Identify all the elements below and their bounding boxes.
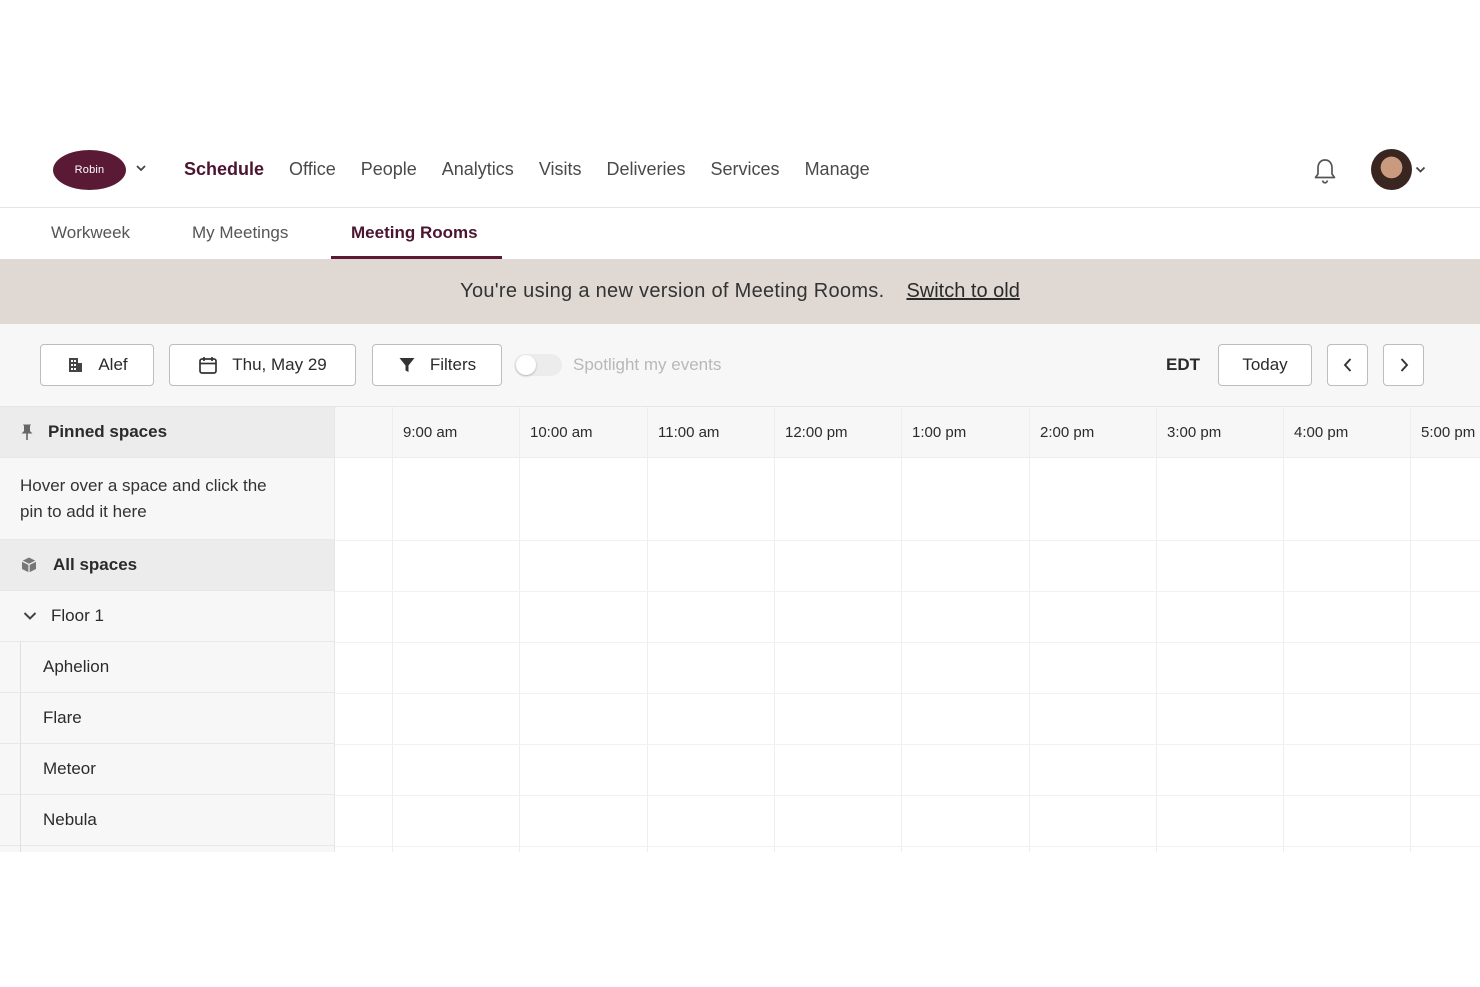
user-avatar[interactable] (1371, 149, 1412, 190)
calendar-icon (199, 357, 218, 374)
chevron-right-icon (1400, 358, 1408, 372)
tab-workweek[interactable]: Workweek (51, 223, 130, 243)
spaces-sidebar: Pinned spaces Hover over a space and cli… (0, 407, 335, 852)
schedule-subtabs: Workweek My Meetings Meeting Rooms (0, 208, 1480, 259)
timeline-header: 9:00 am 10:00 am 11:00 am 12:00 pm 1:00 pm 2:… (335, 407, 1480, 458)
nav-people[interactable]: People (361, 159, 417, 180)
room-label: Nebula (43, 810, 97, 829)
logo-text: Robin (74, 164, 105, 176)
room-indent-rail (20, 641, 21, 852)
timeline-grid[interactable]: 9:00 am 10:00 am 11:00 am 12:00 pm 1:00 pm 2:… (335, 407, 1480, 852)
row-gridline (335, 744, 1480, 745)
hour-gridline (647, 407, 648, 852)
banner-message: You're using a new version of Meeting Ro… (460, 280, 885, 302)
time-label: 3:00 pm (1167, 424, 1222, 441)
version-banner: You're using a new version of Meeting Ro… (0, 259, 1480, 324)
filters-button[interactable]: Filters (372, 344, 502, 386)
robin-logo[interactable]: Robin (53, 150, 126, 190)
hour-gridline (1410, 407, 1411, 852)
time-label: 1:00 pm (912, 424, 967, 441)
nav-manage[interactable]: Manage (805, 159, 870, 180)
row-gridline (335, 795, 1480, 796)
hour-gridline (1029, 407, 1030, 852)
bell-icon[interactable] (1312, 157, 1338, 185)
filters-label: Filters (429, 355, 477, 374)
pin-icon (21, 424, 33, 440)
pinned-hint: Hover over a space and click the pin to … (0, 458, 334, 540)
switch-to-old-link[interactable]: Switch to old (906, 280, 1019, 303)
floor-row[interactable]: Floor 1 (0, 591, 334, 642)
tab-meeting-rooms[interactable]: Meeting Rooms (351, 223, 478, 243)
nav-services[interactable]: Services (711, 159, 780, 180)
nav-deliveries[interactable]: Deliveries (607, 159, 686, 180)
hour-gridline (774, 407, 775, 852)
row-gridline (335, 540, 1480, 541)
chevron-down-icon[interactable] (1414, 163, 1427, 176)
nav-analytics[interactable]: Analytics (442, 159, 514, 180)
hour-gridline (519, 407, 520, 852)
row-gridline (335, 591, 1480, 592)
toolbar: Alef Thu, May 29 Filters Spotlight my ev… (0, 324, 1480, 407)
cube-icon (21, 557, 37, 573)
date-label: Thu, May 29 (232, 355, 327, 374)
row-gridline (335, 846, 1480, 847)
room-label: Aphelion (43, 657, 110, 676)
tab-my-meetings[interactable]: My Meetings (192, 223, 288, 243)
chevron-left-icon (1343, 358, 1351, 372)
chevron-down-icon (23, 612, 37, 620)
today-button[interactable]: Today (1218, 344, 1312, 386)
building-label: Alef (98, 355, 128, 374)
nav-schedule[interactable]: Schedule (184, 159, 264, 180)
today-label: Today (1242, 355, 1288, 374)
time-label: 2:00 pm (1040, 424, 1095, 441)
room-label: Meteor (43, 759, 96, 778)
building-icon (69, 358, 83, 372)
row-gridline (335, 642, 1480, 643)
hour-gridline (1283, 407, 1284, 852)
room-row[interactable]: Aphelion (0, 642, 334, 693)
all-spaces-label: All spaces (53, 555, 138, 574)
main-menu: Schedule Office People Analytics Visits … (184, 159, 895, 180)
hour-gridline (901, 407, 902, 852)
time-label: 11:00 am (658, 424, 720, 441)
spotlight-label: Spotlight my events (573, 355, 722, 374)
room-row[interactable]: Nebula (0, 795, 334, 846)
all-spaces-row[interactable]: All spaces (0, 540, 334, 591)
chevron-down-icon[interactable] (134, 161, 148, 175)
time-label: 12:00 pm (785, 424, 848, 441)
nav-visits[interactable]: Visits (539, 159, 582, 180)
pinned-hint-text: Hover over a space and click the pin to … (20, 475, 267, 521)
nav-office[interactable]: Office (289, 159, 336, 180)
top-navigation: Robin Schedule Office People Analytics V… (0, 135, 1480, 208)
spotlight-toggle[interactable] (514, 354, 562, 376)
next-day-button[interactable] (1383, 344, 1424, 386)
hour-gridline (392, 407, 393, 852)
pinned-spaces-header: Pinned spaces (0, 407, 334, 458)
row-gridline (335, 693, 1480, 694)
time-label: 4:00 pm (1294, 424, 1349, 441)
date-picker-button[interactable]: Thu, May 29 (169, 344, 356, 386)
timezone-label: EDT (1166, 355, 1200, 374)
toggle-knob (516, 355, 536, 375)
floor-label: Floor 1 (51, 606, 104, 625)
room-row[interactable]: Flare (0, 693, 334, 744)
filter-icon (399, 358, 415, 372)
time-label: 5:00 pm (1421, 424, 1476, 441)
hour-gridline (1156, 407, 1157, 852)
pinned-spaces-title: Pinned spaces (48, 422, 168, 441)
room-label: Flare (43, 708, 82, 727)
previous-day-button[interactable] (1327, 344, 1368, 386)
building-selector-button[interactable]: Alef (40, 344, 154, 386)
room-row[interactable]: Meteor (0, 744, 334, 795)
time-label: 10:00 am (530, 424, 593, 441)
time-label: 9:00 am (403, 424, 458, 441)
